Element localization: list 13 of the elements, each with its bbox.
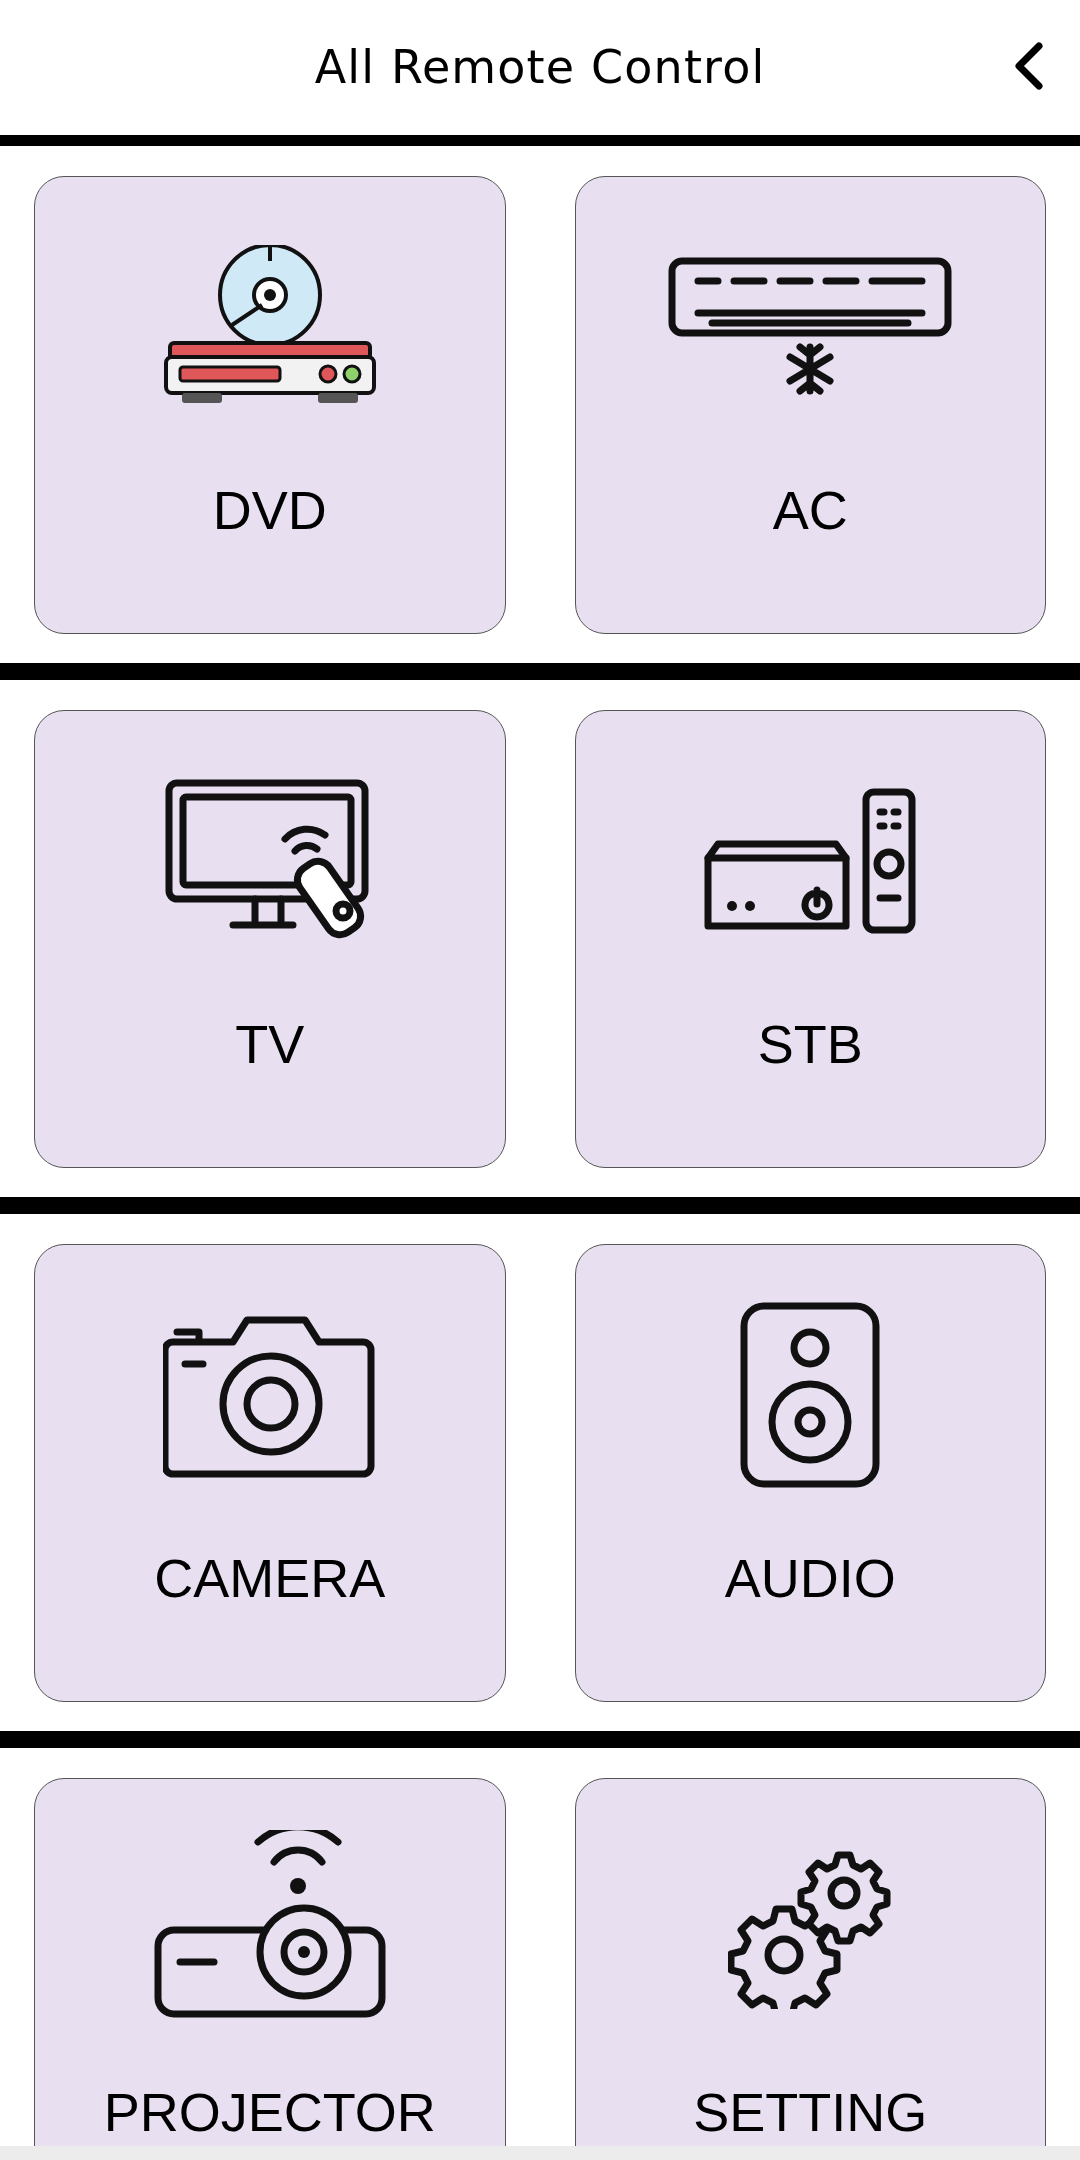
gears-icon xyxy=(728,1849,893,2009)
remote-tile[interactable]: AUDIO xyxy=(574,1244,1046,1702)
air-conditioner-icon xyxy=(668,257,953,397)
remote-tile[interactable]: SETTING xyxy=(574,1778,1046,2146)
remote-tile[interactable]: STB xyxy=(574,710,1046,1168)
speaker-icon xyxy=(738,1300,883,1490)
remote-tile[interactable]: CAMERA xyxy=(34,1244,506,1702)
remote-tile[interactable]: PROJECTOR xyxy=(34,1778,506,2146)
app-title: All Remote Control xyxy=(314,39,766,96)
remote-tile[interactable]: DVD xyxy=(34,176,506,634)
remote-tile[interactable]: AC xyxy=(574,176,1046,634)
remote-tile[interactable]: TV xyxy=(34,710,506,1168)
set-top-box-and-remote-icon xyxy=(702,788,919,934)
